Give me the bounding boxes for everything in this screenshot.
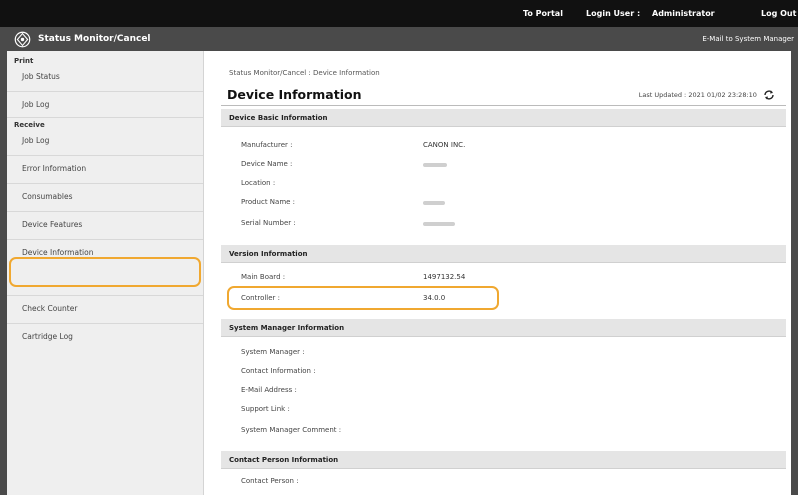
sidebar-item-device-information[interactable]: Device Information bbox=[22, 248, 93, 257]
sidebar-item-check-counter[interactable]: Check Counter bbox=[22, 304, 77, 313]
section-version-information: Version Information bbox=[221, 245, 786, 263]
section-contact-person-information: Contact Person Information bbox=[221, 451, 786, 469]
sidebar-item-consumables[interactable]: Consumables bbox=[22, 192, 73, 201]
product-name-redacted bbox=[423, 201, 445, 205]
section-title: System Manager Information bbox=[229, 324, 345, 332]
sidebar-heading-receive: Receive bbox=[14, 121, 45, 129]
sidebar-divider bbox=[7, 211, 203, 212]
main-content: Status Monitor/Cancel : Device Informati… bbox=[205, 51, 798, 495]
location-label: Location : bbox=[241, 179, 276, 187]
app-title: Status Monitor/Cancel bbox=[38, 34, 151, 44]
serial-number-redacted bbox=[423, 222, 455, 226]
sidebar-divider bbox=[7, 183, 203, 184]
refresh-icon[interactable] bbox=[763, 90, 775, 100]
sidebar-heading-print: Print bbox=[14, 57, 34, 65]
sidebar: Print Job Status Job Log Receive Job Log… bbox=[0, 51, 204, 495]
section-title: Version Information bbox=[229, 250, 308, 258]
controller-highlight bbox=[227, 286, 499, 310]
sidebar-item-receive-job-log[interactable]: Job Log bbox=[22, 136, 49, 145]
sidebar-item-cartridge-log[interactable]: Cartridge Log bbox=[22, 332, 73, 341]
serial-number-label: Serial Number : bbox=[241, 219, 296, 227]
system-manager-comment-label: System Manager Comment : bbox=[241, 426, 342, 434]
support-link-label: Support Link : bbox=[241, 405, 290, 413]
sidebar-divider bbox=[7, 117, 203, 118]
sidebar-item-device-features[interactable]: Device Features bbox=[22, 220, 82, 229]
breadcrumb: Status Monitor/Cancel : Device Informati… bbox=[229, 69, 380, 77]
title-divider bbox=[221, 105, 786, 106]
contact-information-label: Contact Information : bbox=[241, 367, 316, 375]
manufacturer-value: CANON INC. bbox=[423, 141, 466, 149]
last-updated-text: Last Updated : 2021 01/02 23:28:10 bbox=[638, 91, 757, 99]
product-name-label: Product Name : bbox=[241, 198, 296, 206]
sidebar-divider bbox=[7, 323, 203, 324]
email-address-label: E-Mail Address : bbox=[241, 386, 297, 394]
main-board-value: 1497132.54 bbox=[423, 273, 466, 281]
sidebar-divider bbox=[7, 239, 203, 240]
login-user-label: Login User : bbox=[586, 9, 641, 18]
sidebar-divider bbox=[7, 295, 203, 296]
page-title: Device Information bbox=[227, 87, 362, 102]
device-information-highlight bbox=[9, 257, 201, 287]
email-system-manager-link[interactable]: E-Mail to System Manager bbox=[702, 35, 794, 43]
main-board-label: Main Board : bbox=[241, 273, 286, 281]
section-title: Device Basic Information bbox=[229, 114, 328, 122]
top-bar: To Portal Login User : Administrator Log… bbox=[0, 0, 798, 27]
sidebar-item-job-status[interactable]: Job Status bbox=[22, 72, 60, 81]
section-device-basic-information: Device Basic Information bbox=[221, 109, 786, 127]
device-name-label: Device Name : bbox=[241, 160, 293, 168]
manufacturer-label: Manufacturer : bbox=[241, 141, 293, 149]
sidebar-item-print-job-log[interactable]: Job Log bbox=[22, 100, 49, 109]
status-monitor-logo-icon bbox=[14, 31, 31, 48]
system-manager-label: System Manager : bbox=[241, 348, 305, 356]
section-system-manager-information: System Manager Information bbox=[221, 319, 786, 337]
login-user-name: Administrator bbox=[652, 9, 715, 18]
sidebar-item-error-information[interactable]: Error Information bbox=[22, 164, 86, 173]
section-title: Contact Person Information bbox=[229, 456, 339, 464]
last-updated: Last Updated : 2021 01/02 23:28:10 bbox=[639, 90, 775, 100]
sidebar-divider bbox=[7, 155, 203, 156]
title-bar: Status Monitor/Cancel E-Mail to System M… bbox=[0, 27, 798, 51]
to-portal-link[interactable]: To Portal bbox=[523, 9, 563, 18]
log-out-link[interactable]: Log Out bbox=[761, 9, 796, 18]
device-name-redacted bbox=[423, 163, 447, 167]
contact-person-label: Contact Person : bbox=[241, 477, 299, 485]
sidebar-divider bbox=[7, 91, 203, 92]
